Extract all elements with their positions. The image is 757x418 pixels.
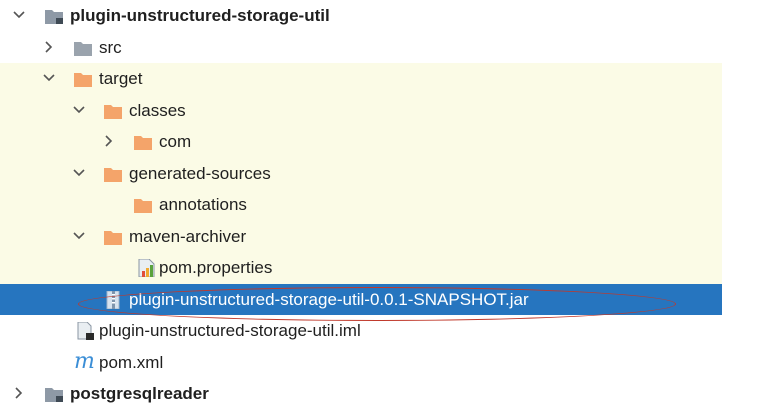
module-folder-icon xyxy=(45,10,63,24)
maven-pom-icon: m xyxy=(74,348,95,374)
tree-node-postgresqlreader[interactable]: postgresqlreader xyxy=(0,378,722,410)
chevron-down-icon[interactable] xyxy=(72,229,86,243)
chevron-down-icon[interactable] xyxy=(72,103,86,117)
tree-node-annotations[interactable]: annotations xyxy=(0,189,722,221)
tree-node-generated-sources[interactable]: generated-sources xyxy=(0,157,722,189)
target-label: target xyxy=(99,69,143,88)
folder-icon xyxy=(74,73,92,87)
tree-node-iml[interactable]: plugin-unstructured-storage-util.iml xyxy=(0,315,722,347)
classes-label: classes xyxy=(129,100,186,120)
annotations-label: annotations xyxy=(159,195,247,214)
project-tree: plugin-unstructured-storage-util src tar… xyxy=(0,0,722,418)
chevron-down-icon[interactable] xyxy=(12,8,26,22)
tree-node-jar-selected[interactable]: plugin-unstructured-storage-util-0.0.1-S… xyxy=(0,283,722,315)
right-margin xyxy=(722,0,757,418)
folder-icon xyxy=(104,104,122,119)
folder-icon xyxy=(104,230,122,245)
chevron-down-icon[interactable] xyxy=(72,166,86,180)
folder-icon xyxy=(134,199,152,213)
tree-node-pom-xml[interactable]: m pom.xml xyxy=(0,347,722,379)
folder-icon xyxy=(104,167,122,182)
maven-archiver-label: maven-archiver xyxy=(129,226,247,246)
chevron-right-icon[interactable] xyxy=(102,134,116,148)
chevron-right-icon[interactable] xyxy=(12,386,26,400)
module-root-label: plugin-unstructured-storage-util xyxy=(70,6,330,25)
jar-file-icon xyxy=(106,290,120,309)
tree-node-module-root[interactable]: plugin-unstructured-storage-util xyxy=(0,0,722,32)
src-label: src xyxy=(99,37,122,57)
module-folder-icon xyxy=(45,388,63,402)
pom-properties-label: pom.properties xyxy=(159,258,273,277)
generated-sources-label: generated-sources xyxy=(129,163,271,183)
chevron-down-icon[interactable] xyxy=(42,71,56,85)
tree-node-src[interactable]: src xyxy=(0,32,722,64)
iml-label: plugin-unstructured-storage-util.iml xyxy=(99,321,361,340)
folder-icon xyxy=(134,136,152,150)
tree-node-maven-archiver[interactable]: maven-archiver xyxy=(0,220,722,252)
tree-node-com[interactable]: com xyxy=(0,126,722,158)
jar-label: plugin-unstructured-storage-util-0.0.1-S… xyxy=(129,289,529,309)
tree-node-target[interactable]: target xyxy=(0,63,722,95)
properties-file-icon xyxy=(138,259,155,277)
chevron-right-icon[interactable] xyxy=(42,40,56,54)
com-label: com xyxy=(159,132,192,151)
postgresqlreader-label: postgresqlreader xyxy=(70,384,209,403)
iml-file-icon xyxy=(77,322,94,340)
pom-xml-label: pom.xml xyxy=(99,352,164,372)
folder-icon xyxy=(74,41,92,56)
tree-node-pom-properties[interactable]: pom.properties xyxy=(0,252,722,284)
tree-node-classes[interactable]: classes xyxy=(0,94,722,126)
